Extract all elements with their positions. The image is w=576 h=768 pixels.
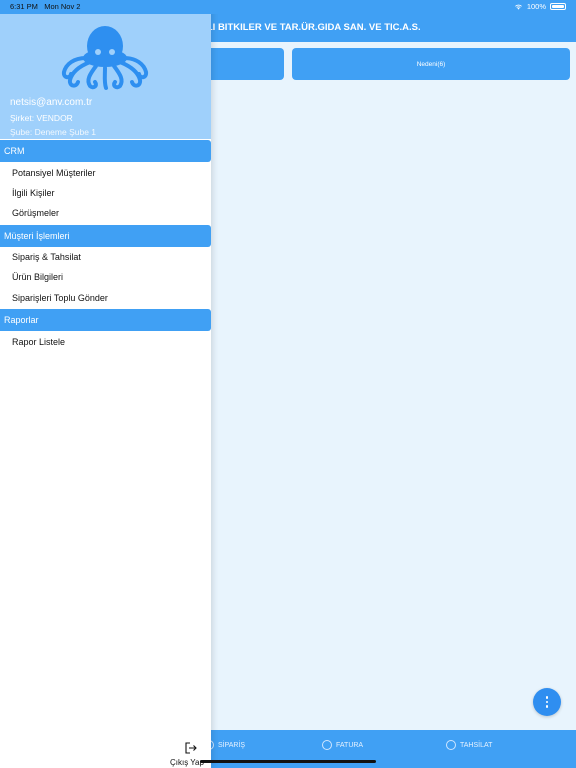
logout-icon	[185, 742, 197, 754]
tab-left[interactable]	[200, 48, 284, 80]
payment-icon	[446, 740, 456, 750]
section-header-raporlar: Raporlar	[0, 309, 211, 331]
bottom-tab-label: FATURA	[336, 741, 364, 749]
dot-icon	[545, 705, 549, 708]
status-time-text: 6:31 PM	[10, 2, 38, 11]
menu-item-ilgili-kisiler[interactable]: İlgili Kişiler	[12, 188, 55, 198]
bottom-tab-tahsilat[interactable]: TAHSİLAT	[446, 740, 492, 750]
bottom-tab-fatura[interactable]: FATURA	[322, 740, 363, 750]
octopus-logo-icon	[61, 26, 149, 90]
tab-nedeni[interactable]: Nedeni(6)	[292, 48, 570, 80]
status-time: 6:31 PM Mon Nov 2	[10, 2, 80, 11]
bottom-tab-label: TAHSİLAT	[460, 741, 493, 749]
dot-icon	[545, 696, 549, 699]
status-date-text: Mon Nov 2	[44, 2, 81, 11]
menu-item-rapor-listele[interactable]: Rapor Listele	[12, 337, 65, 347]
invoice-icon	[322, 740, 332, 750]
menu-item-siparisleri-toplu-gonder[interactable]: Siparişleri Toplu Gönder	[12, 293, 108, 303]
profile-branch: Şube: Deneme Şube 1	[10, 127, 97, 137]
menu-item-gorusmeler[interactable]: Görüşmeler	[12, 208, 59, 218]
side-drawer: netsis@anv.com.tr Şirket: VENDOR Şube: D…	[0, 0, 211, 768]
section-header-musteri-islemleri: Müşteri İşlemleri	[0, 225, 211, 247]
menu-item-potansiyel-musteriler[interactable]: Potansiyel Müşteriler	[12, 168, 96, 178]
bottom-tab-label: SİPARİŞ	[218, 741, 246, 749]
more-options-button[interactable]	[533, 688, 561, 716]
page-title: ALI BITKILER VE TAR.ÜR.GIDA SAN. VE TIC.…	[200, 22, 421, 33]
logout-label: Çıkış Yap	[170, 758, 204, 767]
status-bar: 6:31 PM Mon Nov 2 100%	[0, 0, 576, 14]
dot-icon	[545, 700, 549, 704]
wifi-icon	[514, 4, 522, 10]
home-indicator	[200, 760, 376, 763]
logout-button[interactable]: Çıkış Yap	[170, 742, 212, 768]
section-header-crm: CRM	[0, 140, 211, 162]
profile-company: Şirket: VENDOR	[10, 113, 73, 123]
profile-header: netsis@anv.com.tr Şirket: VENDOR Şube: D…	[0, 0, 211, 139]
menu-item-siparis-tahsilat[interactable]: Sipariş & Tahsilat	[12, 252, 81, 262]
menu-item-urun-bilgileri[interactable]: Ürün Bilgileri	[12, 272, 63, 282]
profile-email: netsis@anv.com.tr	[10, 97, 93, 108]
battery-percent: 100%	[526, 2, 546, 11]
battery-icon	[550, 3, 566, 10]
status-indicators: 100%	[514, 2, 566, 11]
